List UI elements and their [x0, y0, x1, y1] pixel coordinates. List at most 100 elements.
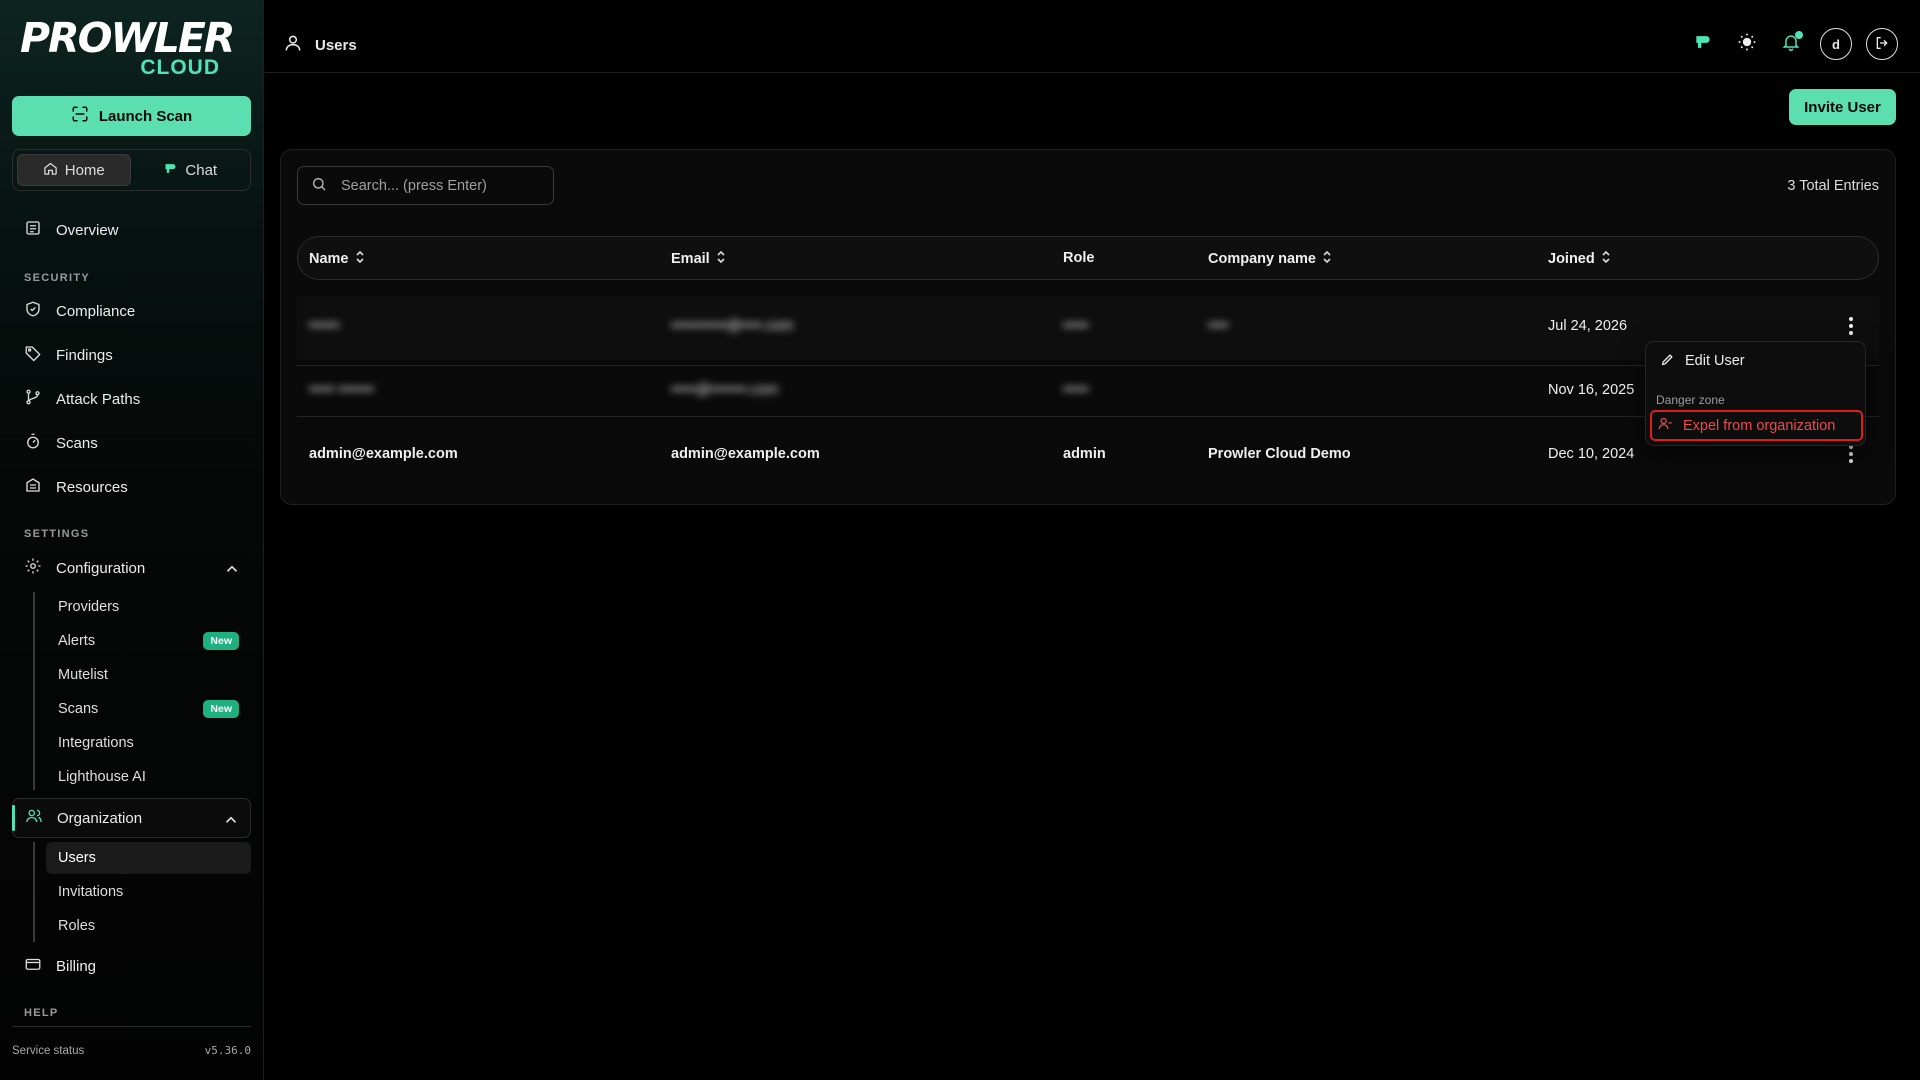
- row-actions-menu: Edit User Danger zone Expel from organiz…: [1645, 341, 1866, 446]
- sidebar-subitem-mutelist[interactable]: Mutelist: [46, 659, 251, 691]
- table-row[interactable]: ••••• ••••••• •••••@•••••••.com ••••• No…: [297, 360, 1879, 424]
- section-help: HELP: [24, 1007, 59, 1019]
- more-vertical-icon: [1848, 444, 1854, 468]
- user-icon: [283, 33, 303, 57]
- column-company[interactable]: Company name: [1208, 250, 1332, 268]
- cell-name: ••••• •••••••: [309, 382, 374, 398]
- gear-icon: [24, 557, 42, 579]
- edit-user-menu-item[interactable]: Edit User: [1654, 346, 1858, 376]
- menu-item-label: Edit User: [1685, 353, 1745, 369]
- git-branch-icon: [24, 388, 42, 410]
- sidebar-item-compliance[interactable]: Compliance: [12, 291, 251, 331]
- table-header: Name Email Role Company name Joined: [297, 236, 1879, 280]
- cell-role: admin: [1063, 446, 1106, 462]
- sidebar-subitem-label: Lighthouse AI: [58, 769, 146, 785]
- home-tab-label: Home: [64, 161, 105, 179]
- invite-user-button[interactable]: Invite User: [1789, 89, 1896, 125]
- cell-role: •••••: [1063, 318, 1089, 334]
- total-entries: 3 Total Entries: [1787, 178, 1879, 194]
- cell-joined: Dec 10, 2024: [1548, 446, 1635, 462]
- building-icon: [24, 476, 42, 498]
- column-label: Company name: [1208, 251, 1316, 267]
- sidebar-subitem-alerts[interactable]: Alerts New: [46, 625, 251, 657]
- sidebar-subitem-lighthouse-ai[interactable]: Lighthouse AI: [46, 761, 251, 793]
- theme-toggle[interactable]: [1732, 29, 1762, 59]
- logo-wordmark: PROWLER: [20, 14, 235, 62]
- sidebar-subitem-label: Providers: [58, 599, 120, 615]
- danger-zone-label: Danger zone: [1656, 393, 1725, 407]
- table-row[interactable]: admin@example.com admin@example.com admi…: [297, 424, 1879, 488]
- cell-company: Prowler Cloud Demo: [1208, 446, 1351, 462]
- sidebar-subitem-label: Mutelist: [58, 667, 108, 683]
- overview-icon: [24, 219, 42, 241]
- avatar[interactable]: d: [1820, 28, 1852, 60]
- column-label: Email: [671, 251, 710, 267]
- logout-button[interactable]: [1866, 28, 1898, 60]
- sidebar-subitem-users[interactable]: Users: [46, 842, 251, 874]
- sidebar-item-label: Resources: [56, 478, 128, 496]
- sidebar-item-label: Scans: [56, 434, 98, 452]
- row-actions-button[interactable]: [1841, 444, 1861, 468]
- sidebar-subitem-providers[interactable]: Providers: [46, 591, 251, 623]
- sidebar: PROWLER CLOUD Launch Scan Home Chat Over…: [0, 0, 264, 1080]
- more-vertical-icon: [1848, 316, 1854, 340]
- new-badge: New: [203, 700, 239, 718]
- home-tab[interactable]: Home: [17, 154, 131, 186]
- sidebar-item-resources[interactable]: Resources: [12, 467, 251, 507]
- sidebar-item-overview[interactable]: Overview: [12, 210, 251, 250]
- sidebar-item-billing[interactable]: Billing: [12, 946, 251, 986]
- sidebar-subitem-label: Roles: [58, 918, 96, 934]
- sidebar-item-scans[interactable]: Scans: [12, 423, 251, 463]
- menu-item-label: Expel from organization: [1683, 417, 1836, 434]
- sidebar-item-label: Compliance: [56, 302, 136, 320]
- sidebar-subitem-scans[interactable]: Scans New: [46, 693, 251, 725]
- sidebar-item-organization[interactable]: Organization: [12, 798, 251, 838]
- search-input[interactable]: [341, 177, 541, 194]
- users-icon: [25, 807, 43, 829]
- shield-check-icon: [24, 300, 42, 322]
- launch-scan-label: Launch Scan: [98, 107, 193, 125]
- service-status-link[interactable]: Service status: [12, 1045, 84, 1057]
- lighthouse-button[interactable]: [1688, 29, 1718, 59]
- home-icon: [43, 161, 58, 180]
- column-joined[interactable]: Joined: [1548, 250, 1611, 268]
- sidebar-subitem-label: Alerts: [58, 633, 96, 649]
- column-email[interactable]: Email: [671, 250, 726, 268]
- sidebar-item-label: Organization: [57, 809, 143, 827]
- launch-scan-button[interactable]: Launch Scan: [12, 96, 251, 136]
- org-subtree-line: [33, 842, 35, 942]
- cell-email: •••••@•••••••.com: [671, 382, 779, 398]
- column-role: Role: [1063, 250, 1094, 266]
- sidebar-item-label: Overview: [56, 221, 119, 239]
- users-table-panel: 3 Total Entries Name Email Role Company …: [280, 149, 1896, 505]
- prowler-logo[interactable]: PROWLER CLOUD: [20, 14, 235, 80]
- chat-tab[interactable]: Chat: [135, 154, 247, 186]
- cell-email: admin@example.com: [671, 446, 820, 462]
- sidebar-subitem-roles[interactable]: Roles: [46, 910, 251, 942]
- sidebar-subitem-integrations[interactable]: Integrations: [46, 727, 251, 759]
- table-row[interactable]: •••••• •••••••••••@••••.com ••••• •••• J…: [297, 296, 1879, 360]
- sort-icon: [355, 250, 365, 268]
- notifications-button[interactable]: [1776, 29, 1806, 59]
- expel-from-organization-menu-item[interactable]: Expel from organization: [1650, 410, 1863, 441]
- row-actions-button[interactable]: [1841, 316, 1861, 340]
- column-name[interactable]: Name: [309, 250, 365, 268]
- sidebar-item-attack-paths[interactable]: Attack Paths: [12, 379, 251, 419]
- sidebar-subitem-label: Integrations: [58, 735, 134, 751]
- credit-card-icon: [24, 955, 42, 977]
- sidebar-item-configuration[interactable]: Configuration: [12, 548, 251, 588]
- sidebar-subitem-invitations[interactable]: Invitations: [46, 876, 251, 908]
- app-version: v5.36.0: [204, 1044, 251, 1057]
- chevron-up-icon: [222, 811, 237, 825]
- home-chat-switch: Home Chat: [12, 149, 251, 191]
- cell-name: ••••••: [309, 318, 340, 334]
- search-box[interactable]: [297, 166, 554, 205]
- sort-icon: [1601, 250, 1611, 268]
- sidebar-item-findings[interactable]: Findings: [12, 335, 251, 375]
- config-subtree-line: [33, 592, 35, 790]
- column-label: Role: [1063, 250, 1095, 266]
- tag-icon: [24, 344, 42, 366]
- app-root: PROWLER CLOUD Launch Scan Home Chat Over…: [0, 0, 1920, 1080]
- section-settings: SETTINGS: [24, 528, 90, 540]
- chat-tab-label: Chat: [185, 161, 218, 179]
